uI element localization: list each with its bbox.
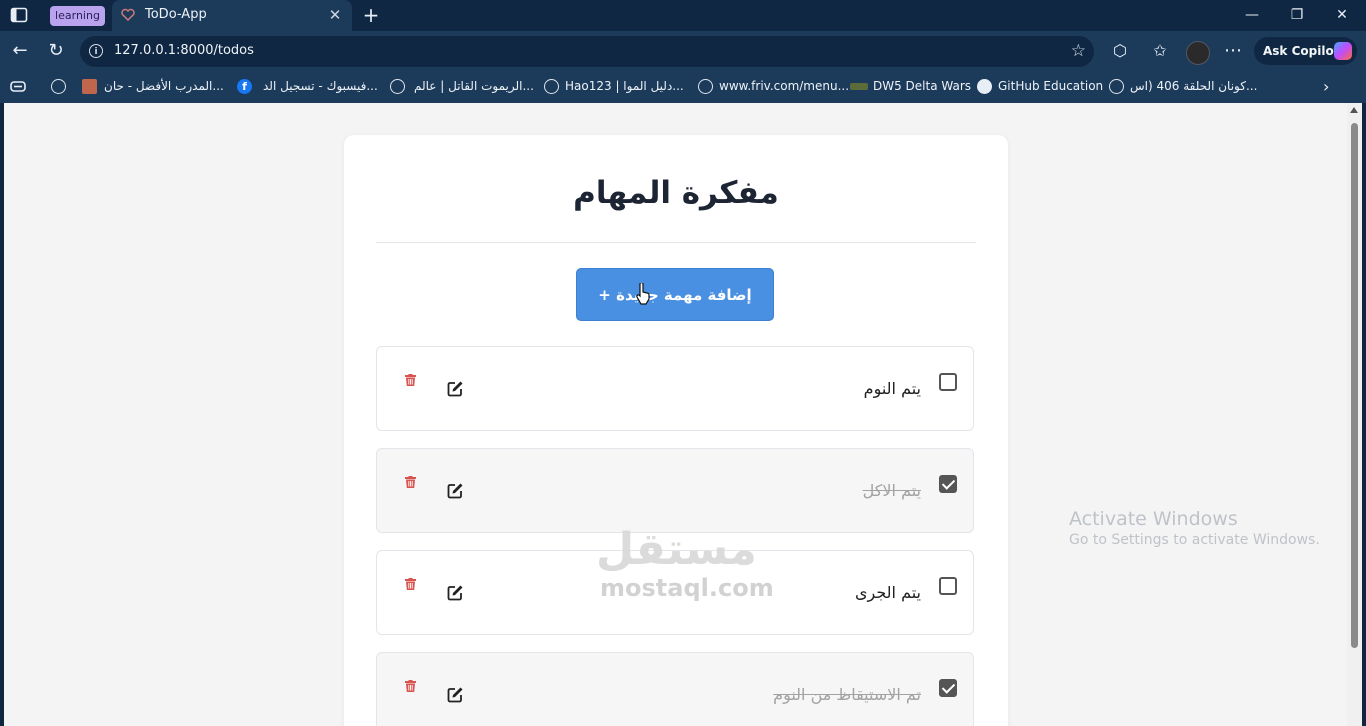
address-bar[interactable]: i 127.0.0.1:8000/todos ☆	[80, 36, 1094, 67]
info-icon[interactable]: i	[89, 44, 103, 58]
edit-icon[interactable]	[447, 482, 464, 499]
minimize-icon[interactable]: —	[1232, 4, 1272, 26]
trash-icon[interactable]	[405, 578, 416, 590]
tab-bar: learning ToDo-App ✕ + — ❐ ✕	[0, 0, 1366, 31]
copilot-label: Ask Copilot	[1263, 44, 1340, 58]
bookmark-item[interactable]: DW5 Delta Wars	[873, 79, 971, 93]
todo-text: تم الاستيقاظ من النوم	[773, 685, 921, 704]
activate-windows-watermark: Activate Windows Go to Settings to activ…	[1069, 508, 1320, 548]
browser-window: learning ToDo-App ✕ + — ❐ ✕ ← ↻ i 127.0.…	[0, 0, 1366, 726]
todo-checkbox[interactable]	[939, 475, 957, 493]
bookmark-item[interactable]: فيسبوك - تسجيل الد...	[263, 79, 378, 93]
todo-card: مفكرة المهام إضافة مهمة جديدة + يتم النو…	[344, 135, 1008, 726]
web-page: مفكرة المهام إضافة مهمة جديدة + يتم النو…	[4, 103, 1347, 726]
bookmark-item[interactable]: GitHub Education	[998, 79, 1103, 93]
globe-icon	[1109, 79, 1124, 94]
collection-icon[interactable]	[10, 80, 26, 93]
back-icon[interactable]: ←	[8, 39, 32, 63]
trash-icon[interactable]	[405, 476, 416, 488]
scrollbar-thumb[interactable]	[1351, 123, 1358, 648]
todo-text: يتم النوم	[863, 379, 921, 398]
sidebar-icon[interactable]	[10, 6, 30, 26]
heart-icon	[121, 8, 135, 22]
edit-icon[interactable]	[447, 686, 464, 703]
facebook-icon: f	[237, 79, 252, 94]
more-icon[interactable]: ⋯	[1221, 39, 1245, 63]
todo-item: يتم النوم	[376, 346, 974, 431]
todo-checkbox[interactable]	[939, 679, 957, 697]
site-favicon-icon	[82, 79, 97, 94]
restore-icon[interactable]: ❐	[1277, 4, 1317, 26]
bookmark-item[interactable]: الريموت القاتل | عالم...	[414, 79, 534, 93]
scrollbar[interactable]	[1347, 103, 1362, 726]
bookmark-item[interactable]: كونان الحلقة 406 (اس...	[1130, 79, 1257, 93]
bookmark-item[interactable]: Hao123 | دليل الموا...	[565, 79, 684, 93]
new-tab-icon[interactable]: +	[361, 5, 381, 25]
globe-icon	[544, 79, 559, 94]
activate-subtitle: Go to Settings to activate Windows.	[1069, 532, 1320, 548]
url-text[interactable]: 127.0.0.1:8000/todos	[114, 43, 254, 58]
mouse-cursor-icon	[636, 283, 650, 305]
github-icon	[977, 79, 992, 94]
globe-icon	[698, 79, 713, 94]
add-task-button[interactable]: إضافة مهمة جديدة +	[576, 268, 774, 321]
page-title: مفكرة المهام	[573, 175, 779, 211]
favorites-icon[interactable]: ✩	[1148, 39, 1172, 63]
divider	[376, 242, 976, 243]
trash-icon[interactable]	[405, 680, 416, 692]
todo-item: تم الاستيقاظ من النوم	[376, 652, 974, 726]
todo-text: يتم الجرى	[854, 583, 921, 602]
activate-title: Activate Windows	[1069, 508, 1238, 530]
bookmarks-bar: المدرب الأفضل - حان... f فيسبوك - تسجيل …	[0, 71, 1366, 103]
tab-title: ToDo-App	[145, 7, 207, 22]
trash-icon[interactable]	[405, 374, 416, 386]
extensions-icon[interactable]: ⬡	[1108, 39, 1132, 63]
todo-checkbox[interactable]	[939, 373, 957, 391]
mostaql-watermark-latin: mostaql.com	[600, 574, 774, 602]
todo-text: يتم الاكل	[862, 481, 921, 500]
copilot-icon	[1334, 42, 1352, 60]
avatar[interactable]	[1186, 41, 1210, 65]
todo-item: يتم الاكل	[376, 448, 974, 533]
mostaql-watermark: مستقل	[596, 524, 757, 575]
chevron-right-icon[interactable]: ›	[1323, 77, 1329, 96]
scroll-up-icon[interactable]	[1350, 107, 1358, 113]
edit-icon[interactable]	[447, 380, 464, 397]
edit-icon[interactable]	[447, 584, 464, 601]
refresh-icon[interactable]: ↻	[44, 39, 68, 63]
tab-close-icon[interactable]: ✕	[326, 6, 344, 24]
bookmark-item[interactable]: www.friv.com/menu...	[719, 79, 849, 93]
bookmark-item[interactable]: المدرب الأفضل - حان...	[104, 79, 224, 93]
copilot-button[interactable]: Ask Copilot	[1254, 37, 1357, 65]
toolbar: ← ↻ i 127.0.0.1:8000/todos ☆ ⬡ ✩ ⋯ Ask C…	[0, 31, 1366, 71]
tab-todo-app[interactable]: ToDo-App ✕	[112, 0, 352, 31]
tab-group-chip[interactable]: learning	[50, 6, 105, 26]
todo-checkbox[interactable]	[939, 577, 957, 595]
game-icon	[850, 83, 868, 90]
close-icon[interactable]: ✕	[1322, 4, 1362, 26]
globe-icon	[51, 79, 66, 94]
star-icon[interactable]: ☆	[1071, 41, 1086, 61]
globe-icon	[390, 79, 405, 94]
